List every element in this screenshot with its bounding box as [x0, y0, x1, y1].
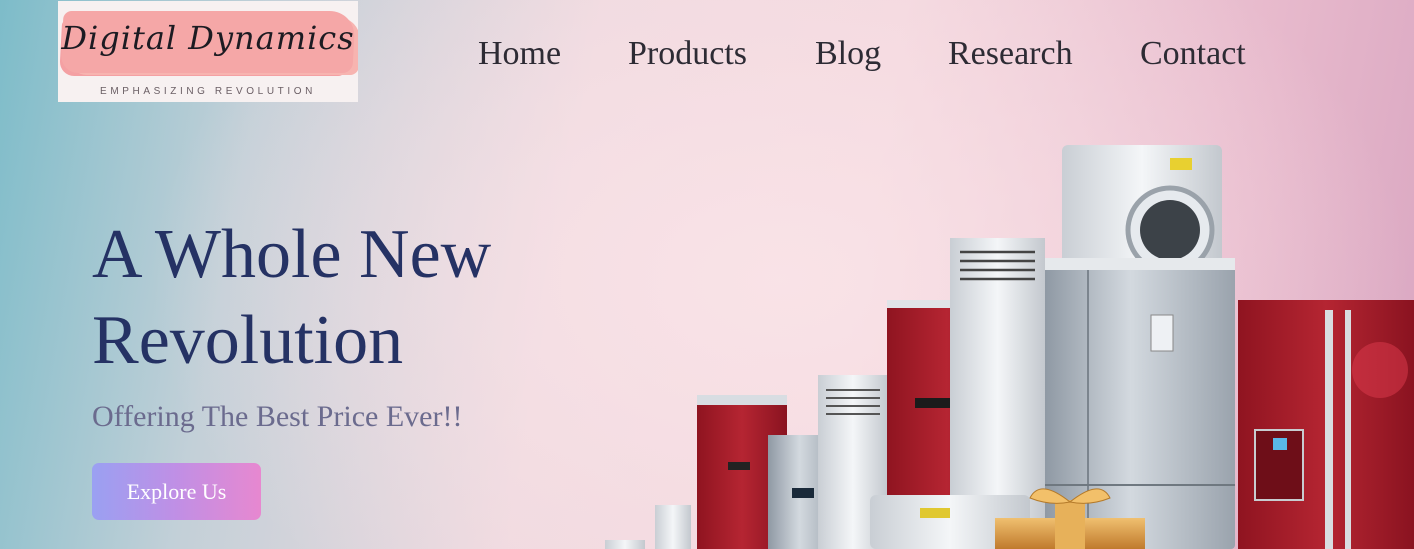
main-navigation: Home Products Blog Research Contact — [0, 30, 1414, 80]
nav-research-link[interactable]: Research — [948, 35, 1073, 73]
nav-blog-link[interactable]: Blog — [815, 35, 881, 73]
small-appliance-2 — [655, 505, 691, 549]
nav-contact-link[interactable]: Contact — [1140, 35, 1246, 73]
hero-title: A Whole New Revolution — [92, 212, 612, 384]
hero-title-line-2: Revolution — [92, 302, 404, 379]
explore-us-button[interactable]: Explore Us — [92, 463, 261, 520]
hero-subtitle: Offering The Best Price Ever!! — [92, 400, 463, 433]
nav-home-link[interactable]: Home — [478, 35, 561, 73]
nav-products-link[interactable]: Products — [628, 35, 747, 73]
small-appliance-1 — [605, 540, 645, 549]
logo-tagline: EMPHASIZING REVOLUTION — [100, 86, 316, 97]
hero-title-line-1: A Whole New — [92, 216, 492, 293]
appliances-hero-image — [605, 145, 1414, 549]
